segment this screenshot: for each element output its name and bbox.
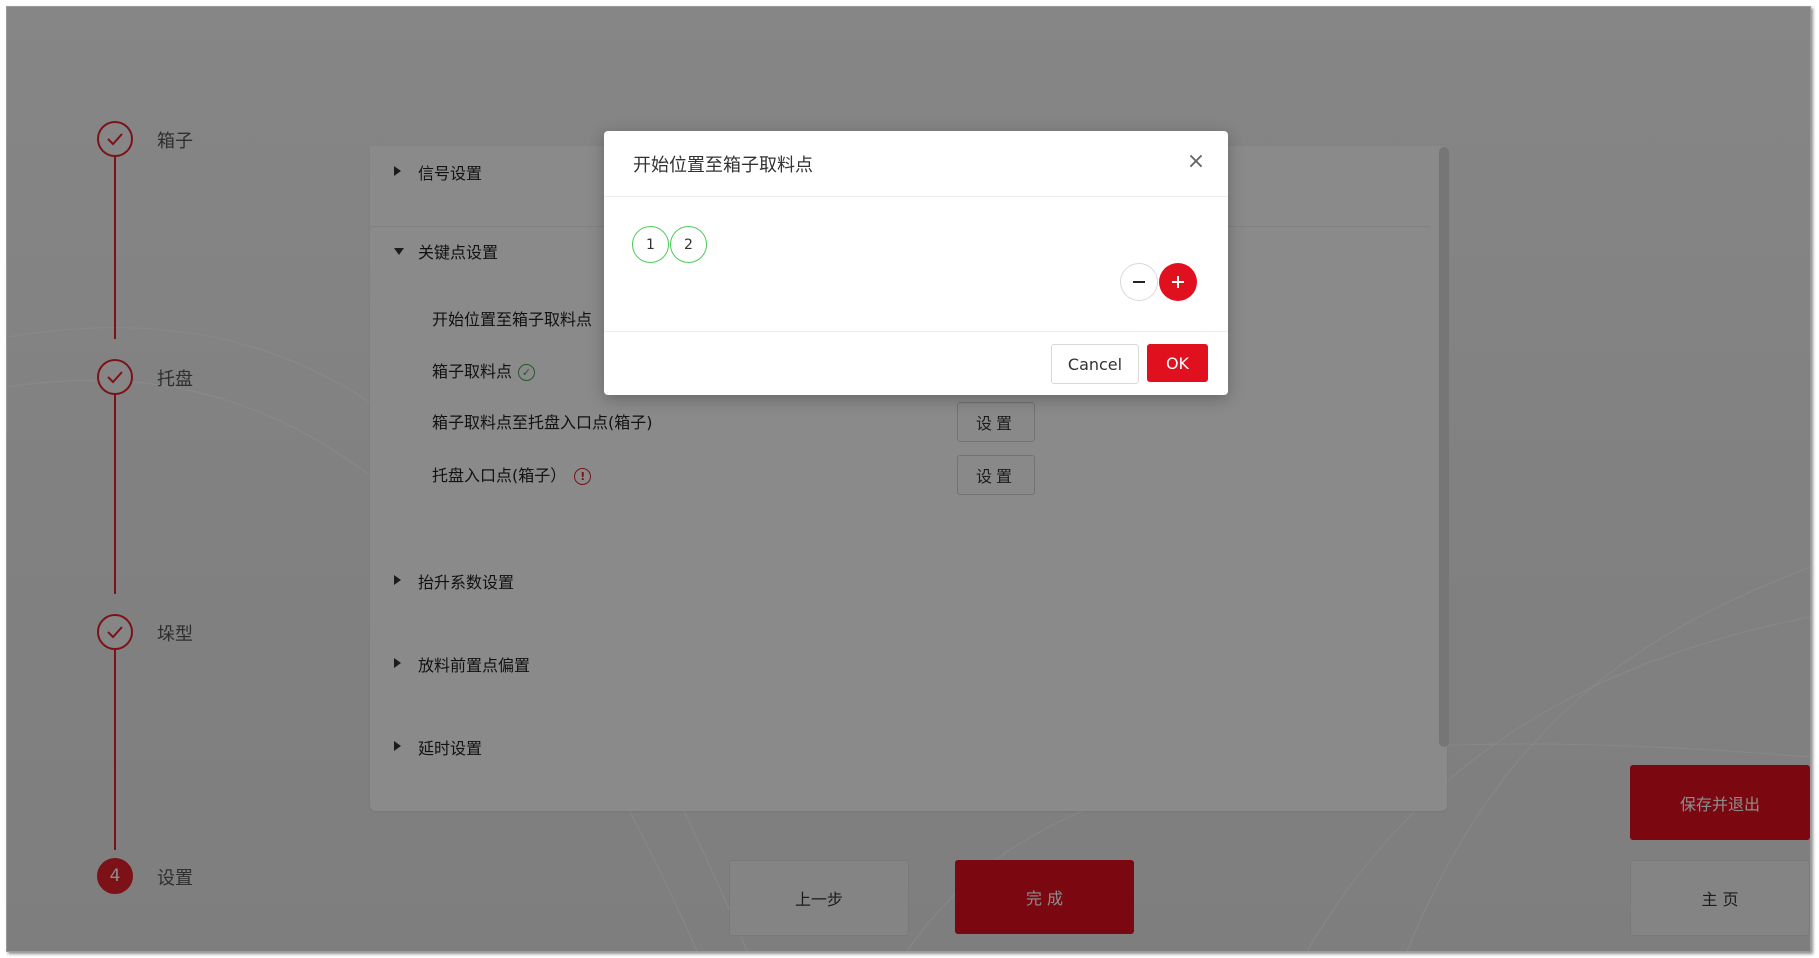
keypoint-dialog: 开始位置至箱子取料点 × 1 2 Cancel OK xyxy=(604,131,1228,395)
divider xyxy=(604,196,1228,197)
minus-icon xyxy=(1133,281,1145,283)
cancel-button[interactable]: Cancel xyxy=(1051,344,1139,384)
plus-icon xyxy=(1172,276,1184,288)
add-point-button[interactable] xyxy=(1159,263,1197,301)
ok-button[interactable]: OK xyxy=(1147,344,1208,382)
app-window: 箱子 托盘 垛型 4 设置 信号设置 关键点设置 开始位置至箱子取料点 箱子取料… xyxy=(6,6,1811,952)
point-1[interactable]: 1 xyxy=(632,226,669,263)
close-icon[interactable]: × xyxy=(1185,151,1207,173)
dialog-title: 开始位置至箱子取料点 xyxy=(633,155,813,176)
point-2[interactable]: 2 xyxy=(670,226,707,263)
divider xyxy=(604,331,1228,332)
remove-point-button[interactable] xyxy=(1120,263,1158,301)
